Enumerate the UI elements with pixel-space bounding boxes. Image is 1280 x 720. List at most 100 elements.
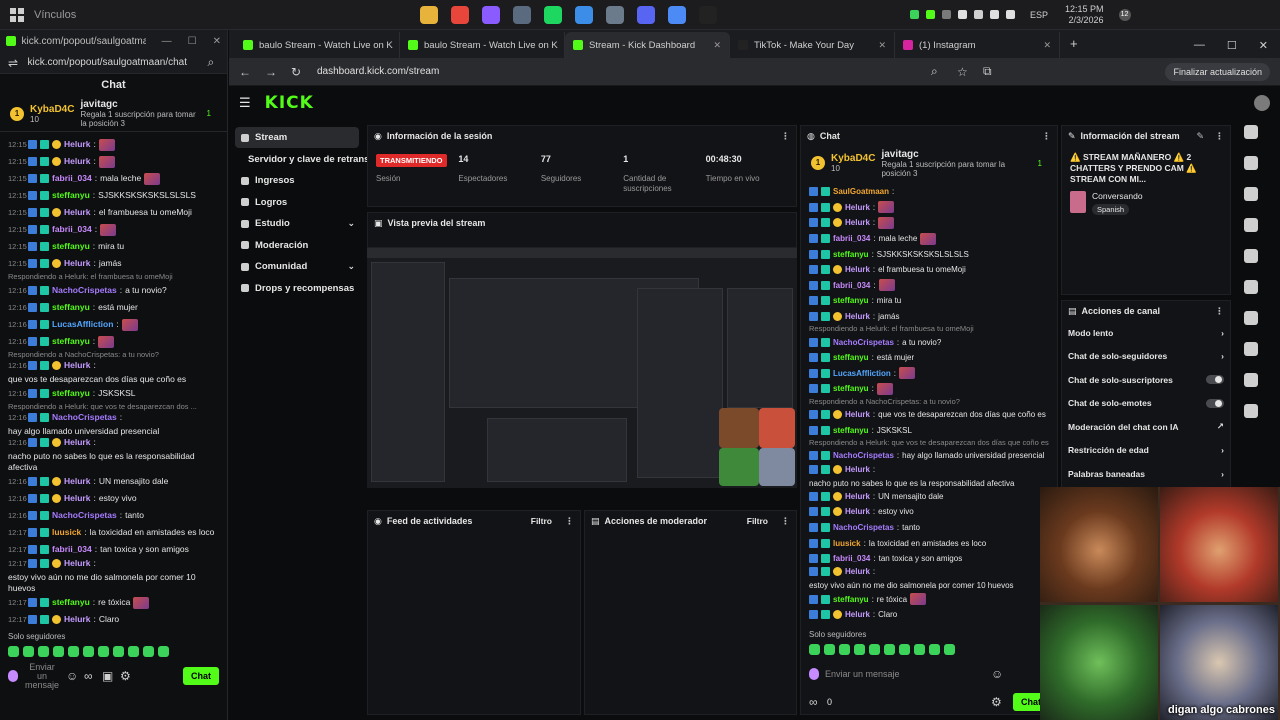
chat-username[interactable]: fabrii_034 [833, 233, 870, 244]
search-icon[interactable]: ⌕ [208, 55, 219, 70]
chat-username[interactable]: Helurk [845, 202, 870, 213]
popout-url[interactable]: kick.com/popout/saulgoatmaan/chat [27, 57, 199, 68]
chat-username[interactable]: fabrii_034 [52, 224, 92, 235]
taskbar-app-icon[interactable] [699, 5, 717, 24]
chat-username[interactable]: steffanyu [833, 383, 869, 394]
chat-username[interactable]: Helurk [64, 558, 90, 569]
quick-emote-icon[interactable] [929, 644, 940, 655]
channel-action-row[interactable]: Chat de solo-suscriptores [1062, 368, 1230, 392]
quick-emote-icon[interactable] [113, 646, 124, 657]
chat-username[interactable]: Helurk [845, 409, 870, 420]
forward-icon[interactable]: → [265, 65, 277, 79]
chat-username[interactable]: steffanyu [52, 336, 90, 347]
taskbar-clock[interactable]: 12:15 PM 2/3/2026 [1065, 4, 1104, 26]
emote-picker-icon[interactable]: ☺ [66, 669, 78, 683]
pencil-icon[interactable] [1244, 156, 1258, 170]
chat-username[interactable]: Helurk [64, 156, 90, 167]
settings-icon[interactable]: ⚙ [991, 695, 1003, 709]
quick-emote-icon[interactable] [914, 644, 925, 655]
quick-emote-icon[interactable] [824, 644, 835, 655]
chat-username[interactable]: NachoCrispetas [833, 450, 894, 461]
sidebar-item[interactable]: Estudio ⌄ [235, 213, 359, 234]
chat-username[interactable]: Helurk [64, 493, 90, 504]
taskbar-app-icon[interactable] [420, 5, 438, 24]
maximize-icon[interactable]: ☐ [1227, 39, 1237, 52]
channel-action-row[interactable]: Chat de solo-seguidores › [1062, 345, 1230, 369]
more-options-icon[interactable]: ⋮ [781, 516, 790, 527]
chat-username[interactable]: steffanyu [52, 302, 90, 313]
info-icon[interactable] [1244, 125, 1258, 139]
quick-emote-icon[interactable] [98, 646, 109, 657]
camera-icon[interactable] [1244, 187, 1258, 201]
feed-filter-button[interactable]: Filtro [531, 516, 552, 526]
chat-username[interactable]: Helurk [64, 207, 90, 218]
chat-username[interactable]: fabrii_034 [52, 544, 92, 555]
sidebar-item[interactable]: Comunidad ⌄ [235, 256, 359, 277]
chat-username[interactable]: steffanyu [833, 594, 869, 605]
chat-input[interactable]: Enviar un mensaje [24, 662, 60, 690]
close-icon[interactable]: ✕ [213, 36, 221, 47]
kick-logo[interactable]: KICK [265, 93, 314, 113]
taskbar-app-icon[interactable] [575, 5, 593, 24]
menu-icon[interactable]: ☰ [239, 95, 251, 111]
browser-tab[interactable]: (1) Instagram ✕ [895, 32, 1060, 58]
chat-username[interactable]: fabrii_034 [833, 553, 870, 564]
browser-tab[interactable]: Stream - Kick Dashboard ✕ [565, 32, 730, 58]
pinned-user[interactable]: KybaD4C [831, 153, 875, 164]
quick-emote-icon[interactable] [869, 644, 880, 655]
chat-username[interactable]: Helurk [64, 476, 90, 487]
pinned-gifter[interactable]: javitagc [80, 99, 200, 110]
chat-username[interactable]: Helurk [845, 264, 870, 275]
store-icon[interactable] [1244, 342, 1258, 356]
taskbar-app-icon[interactable] [606, 5, 624, 24]
browser-tab[interactable]: baulo Stream - Watch Live on K✕ [235, 32, 400, 58]
tray-app-icon[interactable] [974, 10, 983, 19]
tray-app-icon[interactable] [942, 10, 951, 19]
sidebar-item[interactable]: Logros [235, 192, 359, 213]
chat-username[interactable]: Helurk [64, 614, 90, 625]
mic-icon[interactable] [809, 668, 819, 680]
channel-action-row[interactable]: Chat de solo-emotes [1062, 392, 1230, 416]
quick-emote-icon[interactable] [899, 644, 910, 655]
quick-emote-icon[interactable] [809, 644, 820, 655]
send-chat-button[interactable]: Chat [183, 667, 219, 685]
tray-app-icon[interactable] [926, 10, 935, 19]
taskbar-app-icon[interactable] [637, 5, 655, 24]
quick-emote-icon[interactable] [128, 646, 139, 657]
chat-username[interactable]: fabrii_034 [833, 280, 870, 291]
chat-username[interactable]: Helurk [845, 506, 870, 517]
chat-username[interactable]: fabrii_034 [52, 173, 92, 184]
new-tab-icon[interactable]: + [1060, 36, 1088, 58]
quick-emote-icon[interactable] [8, 646, 19, 657]
settings-icon[interactable]: ⚙ [120, 669, 132, 683]
chat-username[interactable]: steffanyu [833, 425, 869, 436]
close-icon[interactable]: ✕ [1259, 39, 1268, 52]
sidebar-item[interactable]: Moderación [235, 235, 359, 256]
chat-username[interactable]: luusick [52, 527, 81, 538]
sidebar-item[interactable]: Ingresos [235, 170, 359, 191]
browser-tab[interactable]: baulo Stream - Watch Live on K✕ [400, 32, 565, 58]
chat-username[interactable]: steffanyu [52, 190, 90, 201]
tray-app-icon[interactable] [910, 10, 919, 19]
chat-username[interactable]: NachoCrispetas [833, 337, 894, 348]
wifi-icon[interactable] [990, 10, 999, 19]
browser-tab[interactable]: TikTok - Make Your Day ✕ [730, 32, 895, 58]
chat-username[interactable]: LucasAffliction [52, 319, 113, 330]
chat-username[interactable]: LucasAffliction [833, 368, 891, 379]
chat-username[interactable]: Helurk [64, 437, 90, 448]
chat-username[interactable]: steffanyu [52, 241, 90, 252]
quick-emote-icon[interactable] [68, 646, 79, 657]
emote-picker-icon[interactable]: ☺ [991, 667, 1003, 681]
taskbar-app-icon[interactable] [451, 5, 469, 24]
chat-username[interactable]: NachoCrispetas [52, 285, 117, 296]
taskbar-app-icon[interactable] [668, 5, 686, 24]
back-icon[interactable]: ← [239, 65, 251, 79]
quick-emote-icon[interactable] [884, 644, 895, 655]
maximize-icon[interactable]: ☐ [188, 36, 197, 47]
quick-emote-icon[interactable] [944, 644, 955, 655]
broadcast-icon[interactable] [1244, 311, 1258, 325]
extensions-icon[interactable]: ⧉ [983, 64, 995, 79]
tab-close-icon[interactable]: ✕ [713, 40, 721, 51]
chat-username[interactable]: steffanyu [52, 388, 90, 399]
taskbar-app-icon[interactable] [513, 5, 531, 24]
